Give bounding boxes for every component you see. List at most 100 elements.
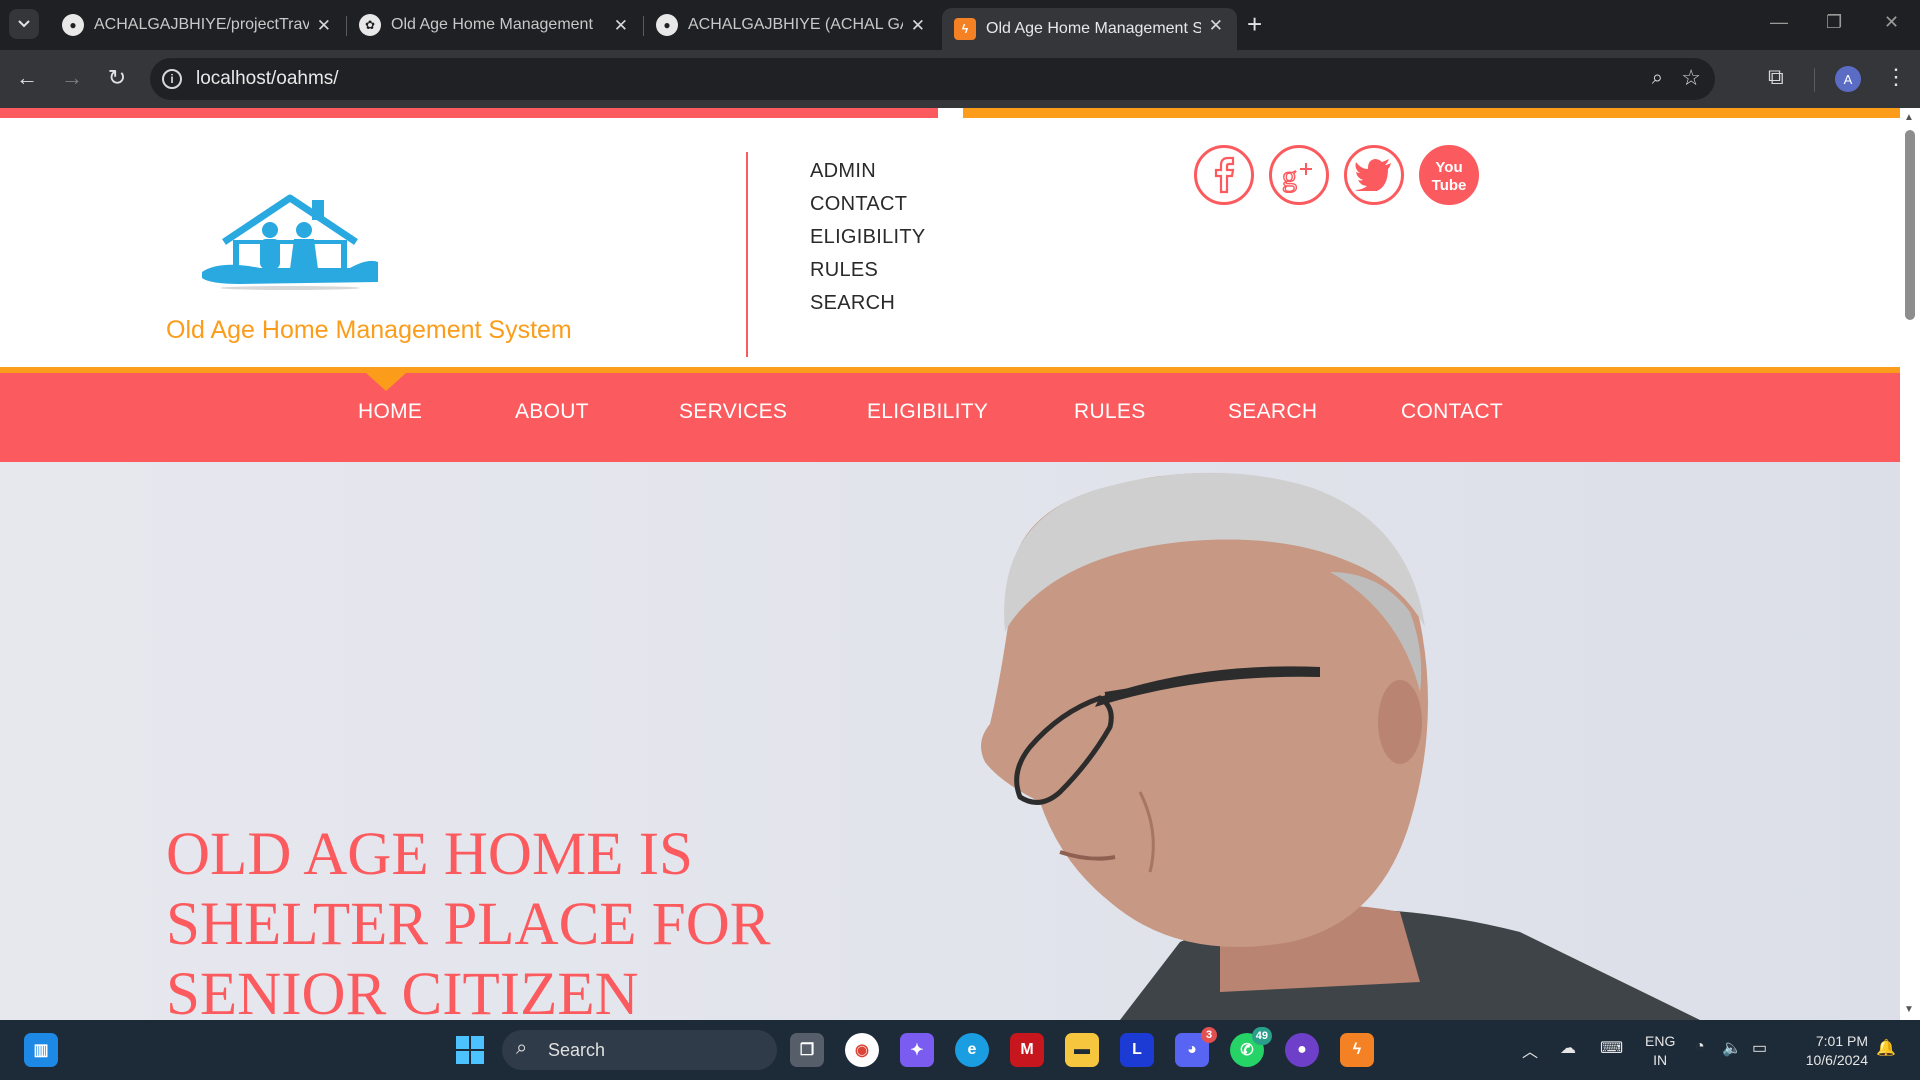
close-tab-icon[interactable]: ✕ (911, 16, 925, 36)
nav-eligibility[interactable]: ELIGIBILITY (867, 400, 988, 424)
nav-rules[interactable]: RULES (1074, 400, 1146, 424)
header-divider (746, 152, 748, 357)
whatsapp-badge: 49 (1251, 1027, 1272, 1045)
file-explorer-icon[interactable]: ▬ (1065, 1033, 1099, 1067)
new-tab-button[interactable]: + (1247, 10, 1262, 38)
edge-icon[interactable]: e (955, 1033, 989, 1067)
language-indicator[interactable]: ENG IN (1645, 1032, 1675, 1070)
tab-github-profile[interactable]: ● ACHALGAJBHIYE (ACHAL GAJBI ✕ (644, 8, 939, 42)
top-accent-bar-orange (963, 108, 1900, 118)
quick-link-search[interactable]: SEARCH (810, 287, 926, 320)
xampp-taskbar-icon[interactable]: ϟ (1340, 1033, 1374, 1067)
reload-icon[interactable]: ↻ (102, 63, 132, 93)
search-icon: ⌕ (516, 1037, 528, 1059)
scrollbar-thumb[interactable] (1905, 130, 1915, 320)
tab-title: Old Age Home Management (391, 16, 593, 33)
nav-services[interactable]: SERVICES (679, 400, 787, 424)
github-desktop-icon[interactable]: ● (1285, 1033, 1319, 1067)
tab-oahms-active[interactable]: ϟ Old Age Home Management Sy ✕ (942, 8, 1237, 50)
twitter-icon[interactable] (1344, 145, 1404, 205)
region-code: IN (1653, 1052, 1668, 1068)
tab-search-button[interactable] (9, 9, 39, 39)
task-view-icon[interactable]: ❐ (790, 1033, 824, 1067)
scroll-down-arrow-icon[interactable]: ▼ (1904, 1004, 1914, 1015)
hero-banner: OLD AGE HOME IS SHELTER PLACE FOR SENIOR… (0, 462, 1900, 1020)
main-navigation: HOME ABOUT SERVICES ELIGIBILITY RULES SE… (0, 367, 1900, 462)
system-clock[interactable]: 7:01 PM 10/6/2024 (1790, 1032, 1868, 1070)
menu-kebab-icon[interactable]: ⋮ (1885, 64, 1907, 90)
quick-link-rules[interactable]: RULES (810, 254, 926, 287)
back-icon[interactable]: ← (12, 63, 42, 93)
browser-tab-strip: ● ACHALGAJBHIYE/projectTravelL ✕ ✿ Old A… (0, 0, 1920, 50)
forward-icon[interactable]: → (57, 63, 87, 93)
site-info-icon[interactable]: i (162, 69, 182, 89)
page-scrollbar[interactable]: ▲ ▼ (1900, 108, 1920, 1020)
profile-avatar[interactable]: A (1835, 66, 1861, 92)
copilot-icon[interactable]: ✦ (900, 1033, 934, 1067)
battery-icon[interactable]: ▭ (1752, 1038, 1767, 1058)
openai-icon: ✿ (359, 14, 381, 36)
start-icon[interactable] (453, 1033, 487, 1067)
google-plus-icon[interactable]: g (1269, 145, 1329, 205)
restore-icon[interactable]: ❐ (1826, 12, 1842, 33)
zoom-icon[interactable]: ⌕ (1652, 67, 1663, 90)
close-tab-icon[interactable]: ✕ (317, 16, 331, 36)
tab-chatgpt[interactable]: ✿ Old Age Home Management ✕ (347, 8, 642, 42)
clock-time: 7:01 PM (1815, 1033, 1868, 1049)
site-title: Old Age Home Management System (166, 316, 572, 344)
chevron-down-icon (18, 20, 30, 28)
bookmark-star-icon[interactable]: ☆ (1681, 65, 1701, 91)
launcher-l-icon[interactable]: L (1120, 1033, 1154, 1067)
facebook-icon[interactable] (1194, 145, 1254, 205)
whatsapp-icon[interactable]: ✆ 49 (1230, 1027, 1272, 1067)
quick-link-admin[interactable]: ADMIN (810, 155, 926, 188)
quick-link-contact[interactable]: CONTACT (810, 188, 926, 221)
language-code: ENG (1645, 1033, 1676, 1049)
active-nav-pointer (366, 373, 406, 391)
windows-taskbar: ▥ ⌕ Search ❐ ◉ ✦ e M ▬ L ◕ 3 ✆ 49 ● ϟ ︿ ☁ … (0, 1020, 1920, 1080)
tab-title: ACHALGAJBHIYE/projectTravelL (94, 16, 309, 33)
scroll-up-arrow-icon[interactable]: ▲ (1904, 112, 1914, 123)
browser-toolbar: ← → ↻ i localhost/oahms/ ⌕ ☆ (0, 50, 1920, 108)
top-accent-bar-red (0, 108, 938, 118)
close-tab-icon[interactable]: ✕ (614, 16, 628, 36)
svg-text:g: g (1282, 160, 1297, 193)
notifications-bell-icon[interactable]: 🔔 (1876, 1038, 1896, 1058)
svg-text:You: You (1435, 159, 1462, 176)
home-logo-icon (202, 194, 378, 290)
discord-icon[interactable]: ◕ 3 (1175, 1027, 1217, 1067)
keyboard-layout-icon[interactable]: ⌨ (1600, 1038, 1623, 1058)
chrome-icon[interactable]: ◉ (845, 1033, 879, 1067)
close-tab-icon[interactable]: ✕ (1209, 16, 1223, 36)
taskbar-search-box[interactable]: ⌕ Search (502, 1030, 777, 1070)
nav-home[interactable]: HOME (358, 400, 422, 424)
svg-text:Tube: Tube (1432, 177, 1467, 194)
close-window-icon[interactable]: ✕ (1884, 12, 1899, 33)
github-icon: ● (656, 14, 678, 36)
tab-title: ACHALGAJBHIYE (ACHAL GAJBI (688, 16, 903, 33)
mcafee-icon[interactable]: M (1010, 1033, 1044, 1067)
quick-links: ADMIN CONTACT ELIGIBILITY RULES SEARCH (810, 155, 926, 320)
nav-search[interactable]: SEARCH (1228, 400, 1317, 424)
quick-link-eligibility[interactable]: ELIGIBILITY (810, 221, 926, 254)
widgets-icon[interactable]: ▥ (24, 1033, 58, 1067)
nav-contact[interactable]: CONTACT (1401, 400, 1503, 424)
url-text[interactable]: localhost/oahms/ (196, 68, 339, 90)
minimize-icon[interactable]: — (1770, 12, 1788, 33)
clock-date: 10/6/2024 (1805, 1052, 1868, 1068)
discord-badge: 3 (1201, 1027, 1217, 1043)
tab-github-project[interactable]: ● ACHALGAJBHIYE/projectTravelL ✕ (50, 8, 345, 42)
extensions-icon[interactable]: ⧉ (1768, 64, 1784, 90)
volume-icon[interactable]: 🔈 (1722, 1038, 1742, 1058)
show-hidden-icons-chevron-icon[interactable]: ︿ (1522, 1038, 1538, 1062)
web-page: Old Age Home Management System ADMIN CON… (0, 108, 1900, 1020)
youtube-icon[interactable]: You Tube (1419, 145, 1479, 205)
nav-about[interactable]: ABOUT (515, 400, 589, 424)
taskbar-search-label: Search (548, 1039, 606, 1060)
tab-title: Old Age Home Management Sy (986, 20, 1201, 37)
wifi-icon[interactable]: ◔ (1695, 1038, 1705, 1056)
address-bar[interactable]: i localhost/oahms/ ⌕ ☆ (150, 58, 1715, 100)
github-icon: ● (62, 14, 84, 36)
xampp-icon: ϟ (954, 18, 976, 40)
onedrive-icon[interactable]: ☁ (1560, 1038, 1576, 1058)
